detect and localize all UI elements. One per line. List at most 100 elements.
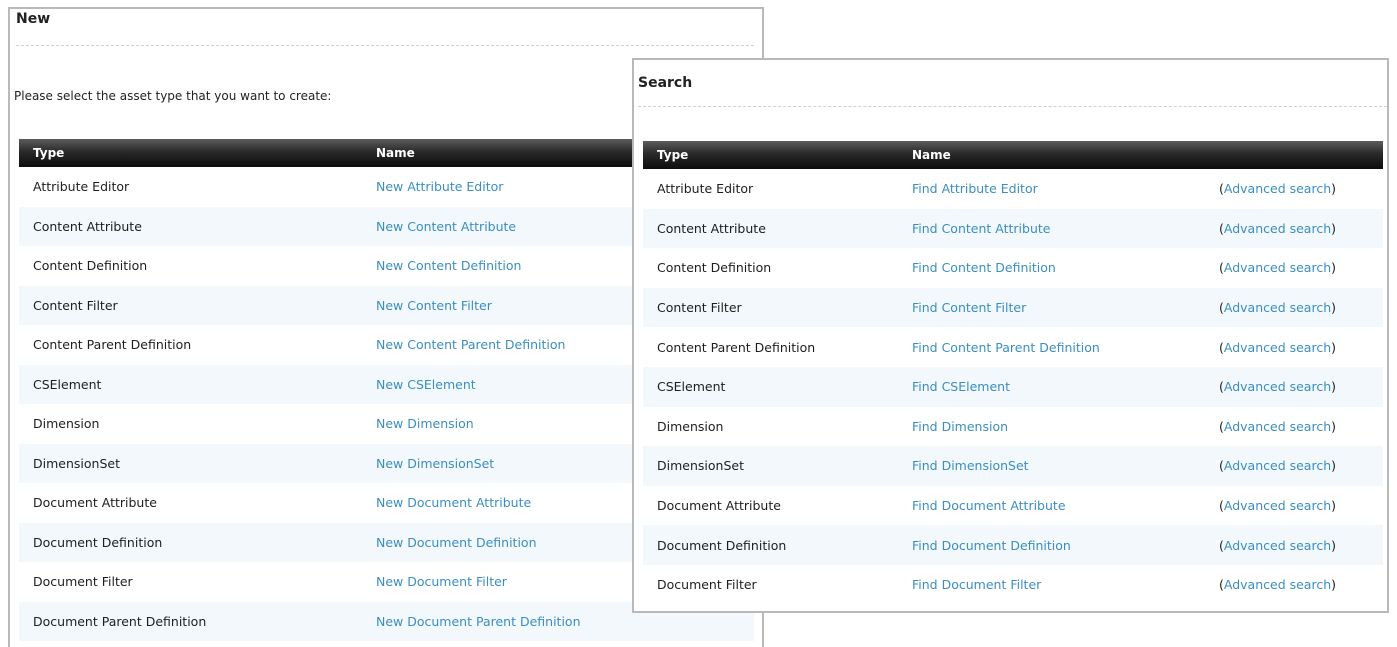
advanced-search-link[interactable]: Advanced search (1224, 221, 1331, 236)
advanced-close-paren: ) (1331, 339, 1337, 355)
type-cell: DimensionSet (19, 443, 362, 483)
table-row: Content Attribute Find Content Attribute (… (643, 208, 1383, 249)
find-asset-link[interactable]: Find CSElement (912, 379, 1010, 394)
advanced-search-link[interactable]: Advanced search (1224, 340, 1331, 355)
advanced-search-cell: (Advanced search) (1205, 208, 1383, 249)
advanced-search-cell: (Advanced search) (1205, 525, 1383, 565)
type-cell: Document Parent Definition (19, 601, 362, 641)
find-asset-link[interactable]: Find Content Attribute (912, 221, 1050, 236)
new-asset-link[interactable]: New CSElement (376, 377, 476, 392)
type-cell: Document Definition (643, 525, 898, 565)
name-cell: Find Document Definition (898, 525, 1205, 565)
asset-type-label: DimensionSet (657, 458, 744, 474)
advanced-search-link[interactable]: Advanced search (1224, 181, 1331, 196)
new-asset-link[interactable]: New Content Attribute (376, 219, 516, 234)
table-row: Attribute Editor Find Attribute Editor (Ad… (643, 169, 1383, 209)
asset-type-label: Document Parent Definition (33, 613, 207, 629)
type-cell: Document Filter (643, 565, 898, 605)
table-row: Dimension Find Dimension (Advanced search) (643, 407, 1383, 447)
advanced-search-link[interactable]: Advanced search (1224, 300, 1331, 315)
name-cell: Find Dimension (898, 407, 1205, 447)
advanced-search-cell: (Advanced search) (1205, 327, 1383, 367)
find-asset-link[interactable]: Find DimensionSet (912, 458, 1029, 473)
asset-type-label: Document Definition (33, 534, 163, 550)
advanced-close-paren: ) (1331, 379, 1337, 395)
advanced-search-link[interactable]: Advanced search (1224, 379, 1331, 394)
advanced-search-link[interactable]: Advanced search (1224, 577, 1331, 592)
type-cell: Dimension (19, 404, 362, 444)
new-asset-link[interactable]: New DimensionSet (376, 456, 494, 471)
advanced-search-link[interactable]: Advanced search (1224, 498, 1331, 513)
new-asset-link[interactable]: New Document Definition (376, 535, 537, 550)
asset-type-label: Content Definition (657, 260, 772, 276)
table-row: Content Parent Definition Find Content Pa… (643, 327, 1383, 367)
find-asset-link[interactable]: Find Dimension (912, 419, 1008, 434)
name-cell: Find Content Parent Definition (898, 327, 1205, 367)
type-cell: Content Definition (19, 246, 362, 286)
find-asset-link[interactable]: Find Content Filter (912, 300, 1026, 315)
find-asset-link[interactable]: Find Document Filter (912, 577, 1041, 592)
asset-type-label: Document Attribute (33, 495, 157, 511)
asset-type-label: Document Filter (33, 574, 133, 590)
find-asset-link[interactable]: Find Content Definition (912, 260, 1056, 275)
advanced-search-cell: (Advanced search) (1205, 366, 1383, 407)
advanced-search-link[interactable]: Advanced search (1224, 419, 1331, 434)
new-asset-link[interactable]: New Content Definition (376, 258, 521, 273)
search-asset-table: Type Name Attribute Editor Find Attribute… (643, 141, 1383, 605)
table-row: Content Definition Find Content Definitio… (643, 248, 1383, 288)
type-cell: Content Parent Definition (19, 325, 362, 365)
name-cell: Find Content Attribute (898, 208, 1205, 249)
advanced-search-cell: (Advanced search) (1205, 486, 1383, 526)
advanced-search-link[interactable]: Advanced search (1224, 538, 1331, 553)
advanced-search-cell: (Advanced search) (1205, 446, 1383, 486)
table-row: Content Filter Find Content Filter (Advanc… (643, 287, 1383, 328)
asset-type-label: Document Attribute (657, 498, 781, 514)
new-asset-link[interactable]: New Document Filter (376, 574, 507, 589)
type-cell: Document Filter (19, 562, 362, 602)
new-panel-title: New (16, 11, 754, 46)
find-asset-link[interactable]: Find Content Parent Definition (912, 340, 1100, 355)
new-panel-prompt: Please select the asset type that you wa… (14, 89, 332, 103)
advanced-close-paren: ) (1331, 577, 1337, 593)
find-asset-link[interactable]: Find Document Attribute (912, 498, 1066, 513)
advanced-close-paren: ) (1331, 418, 1337, 434)
asset-type-label: Attribute Editor (33, 179, 130, 195)
find-asset-link[interactable]: Find Document Definition (912, 538, 1071, 553)
advanced-close-paren: ) (1331, 498, 1337, 514)
table-row: Document Attribute Find Document Attribut… (643, 486, 1383, 526)
new-asset-link[interactable]: New Document Attribute (376, 495, 531, 510)
column-header-type[interactable]: Type (19, 139, 362, 167)
name-cell: Find CSElement (898, 366, 1205, 407)
new-asset-link[interactable]: New Content Parent Definition (376, 337, 565, 352)
name-cell: Find Content Filter (898, 287, 1205, 328)
advanced-search-cell: (Advanced search) (1205, 248, 1383, 288)
column-header-name[interactable]: Name (898, 141, 1205, 169)
table-row: CSElement Find CSElement (Advanced search) (643, 366, 1383, 407)
type-cell: Document Attribute (643, 486, 898, 526)
asset-type-label: Content Attribute (657, 220, 766, 236)
asset-type-label: Dimension (657, 418, 724, 434)
asset-type-label: Content Definition (33, 258, 148, 274)
type-cell: Content Filter (643, 287, 898, 328)
advanced-close-paren: ) (1331, 260, 1337, 276)
find-asset-link[interactable]: Find Attribute Editor (912, 181, 1038, 196)
advanced-close-paren: ) (1331, 537, 1337, 553)
advanced-search-link[interactable]: Advanced search (1224, 458, 1331, 473)
type-cell: CSElement (643, 366, 898, 407)
new-asset-link[interactable]: New Document Parent Definition (376, 614, 581, 629)
advanced-close-paren: ) (1331, 181, 1337, 197)
new-asset-link[interactable]: New Content Filter (376, 298, 492, 313)
asset-type-label: Document Filter (657, 577, 757, 593)
asset-type-label: Content Parent Definition (33, 337, 192, 353)
column-header-advanced (1205, 141, 1383, 169)
new-asset-link[interactable]: New Attribute Editor (376, 179, 503, 194)
table-row: DimensionSet Find DimensionSet (Advanced s… (643, 446, 1383, 486)
table-row: Document Filter Find Document Filter (Adva… (643, 565, 1383, 605)
type-cell: Document Attribute (19, 483, 362, 523)
asset-type-label: DimensionSet (33, 455, 120, 471)
type-cell: Attribute Editor (643, 169, 898, 209)
name-cell: Find Document Attribute (898, 486, 1205, 526)
column-header-type[interactable]: Type (643, 141, 898, 169)
new-asset-link[interactable]: New Dimension (376, 416, 474, 431)
advanced-search-link[interactable]: Advanced search (1224, 260, 1331, 275)
